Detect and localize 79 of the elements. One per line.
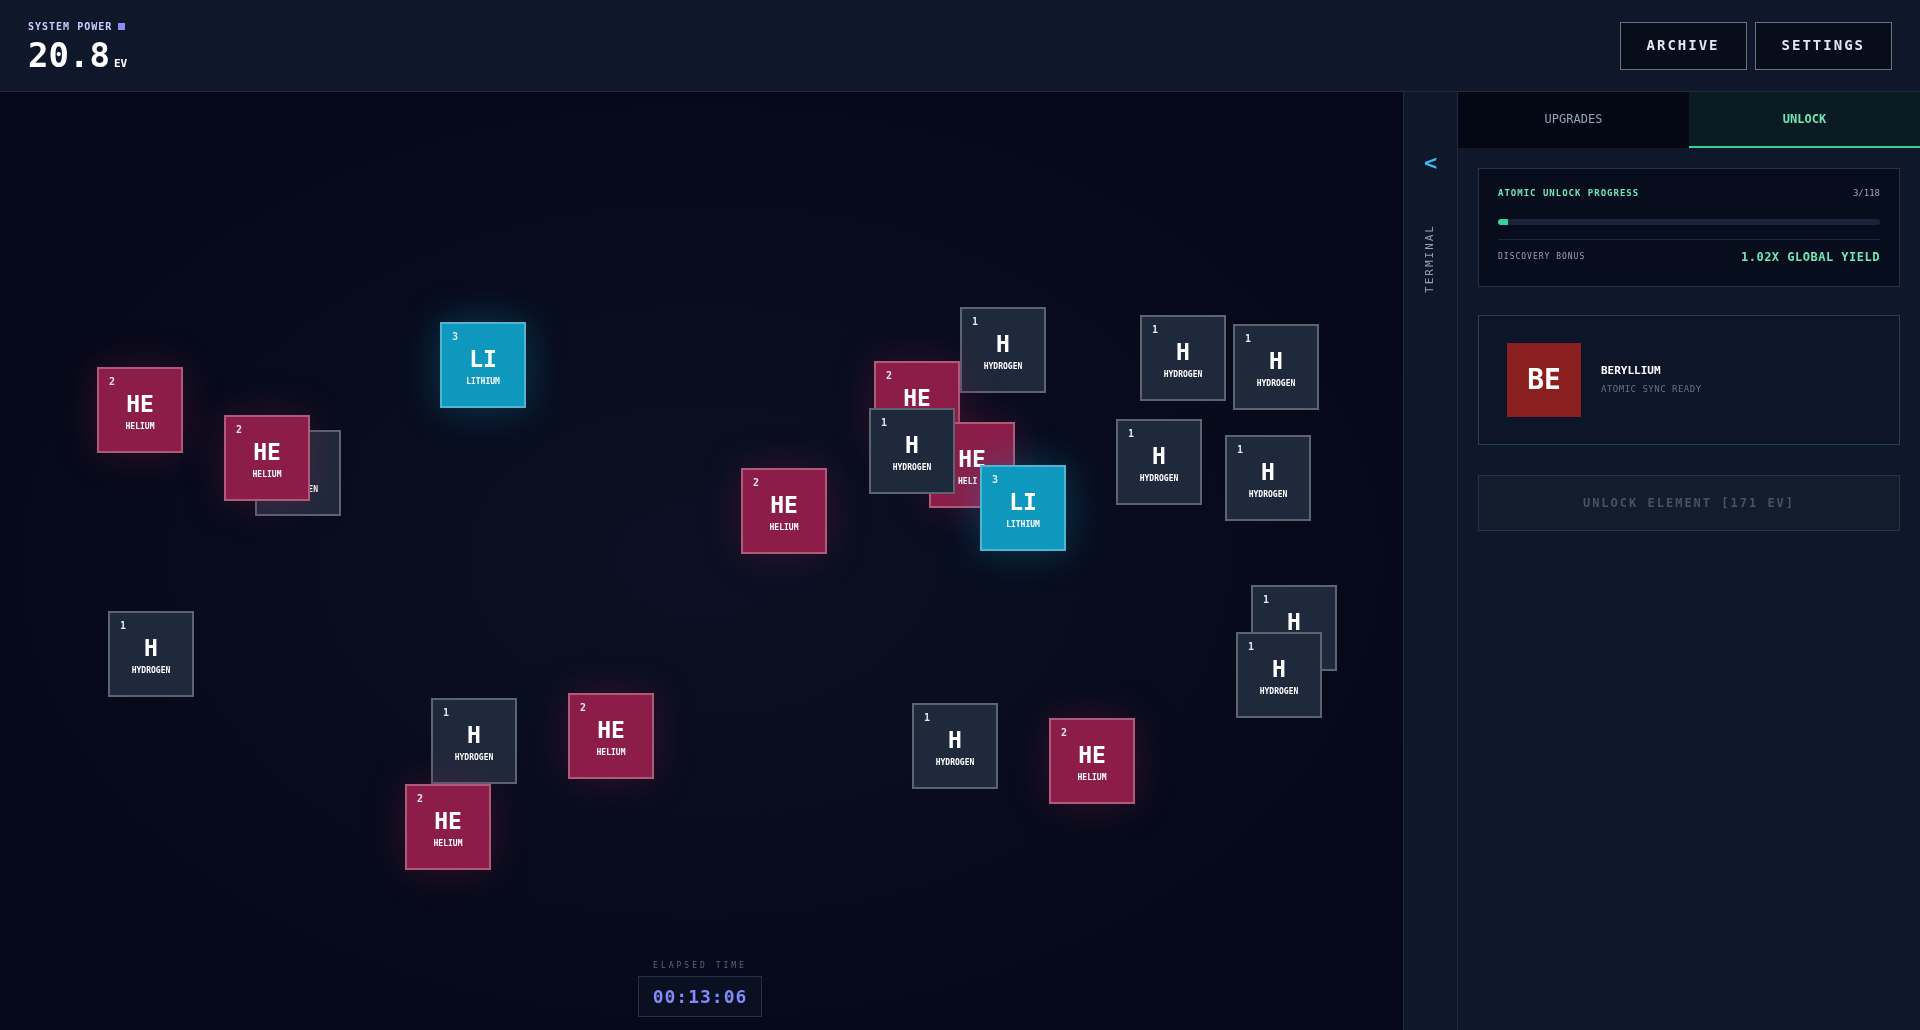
atomic-number: 1 xyxy=(1128,429,1135,439)
header-button[interactable]: SETTINGS xyxy=(1754,21,1892,70)
atomic-number: 2 xyxy=(417,794,424,804)
atomic-number: 1 xyxy=(443,708,450,718)
element-name: HELIUM xyxy=(769,524,799,532)
power-unit: EV xyxy=(113,55,128,72)
element-symbol: HE xyxy=(434,810,462,833)
element-symbol: H xyxy=(1261,461,1275,484)
atomic-number: 2 xyxy=(580,703,587,713)
element-name: BERYLLIUM xyxy=(1601,362,1662,379)
progress-title: ATOMIC UNLOCK PROGRESS xyxy=(1498,187,1640,200)
panel-tab[interactable]: UNLOCK xyxy=(1689,92,1920,148)
element-name: HYDROGEN xyxy=(1139,475,1179,483)
element-name: HELIUM xyxy=(433,840,463,848)
power-value: 20.8 xyxy=(28,38,110,72)
atomic-number: 3 xyxy=(992,475,999,485)
panel-tab[interactable]: UPGRADES xyxy=(1458,92,1689,148)
element-name: LITHIUM xyxy=(466,378,500,386)
element-symbol: BE xyxy=(1507,342,1581,417)
atomic-number: 2 xyxy=(109,377,116,387)
atomic-number: 1 xyxy=(1248,642,1255,652)
power-label: SYSTEM POWER xyxy=(28,20,113,34)
element-name: HYDROGEN xyxy=(892,464,932,472)
element-symbol: H xyxy=(1287,611,1301,634)
element-symbol: HE xyxy=(958,448,986,471)
element-name: HYDROGEN xyxy=(983,363,1023,371)
element-symbol: LI xyxy=(1009,491,1037,514)
element-name: HELI xyxy=(958,478,978,486)
element-name: HYDROGEN xyxy=(131,667,171,675)
atomic-number: 1 xyxy=(120,621,127,631)
progress-count: 3/118 xyxy=(1852,187,1880,200)
element-name: HYDROGEN xyxy=(935,759,975,767)
indicator-icon xyxy=(118,23,126,30)
terminal-label: TERMINAL xyxy=(1422,224,1438,293)
element-symbol: H xyxy=(1269,350,1283,373)
element-name: HYDROGEN xyxy=(1163,371,1203,379)
elapsed-time: 00:13:06 xyxy=(637,976,763,1017)
header-button[interactable]: ARCHIVE xyxy=(1619,21,1747,70)
element-name: LITHIUM xyxy=(1006,521,1040,529)
element-status: ATOMIC SYNC READY xyxy=(1601,383,1702,396)
atomic-number: 1 xyxy=(1237,445,1244,455)
bonus-label: DISCOVERY BONUS xyxy=(1498,250,1586,263)
element-name: HELIUM xyxy=(252,471,282,479)
atomic-number: 1 xyxy=(1263,595,1270,605)
element-symbol: HE xyxy=(770,494,798,517)
atomic-number: 1 xyxy=(1152,325,1159,335)
element-symbol: HE xyxy=(126,393,154,416)
atomic-number: 2 xyxy=(1061,728,1068,738)
element-name: HELIUM xyxy=(125,423,155,431)
element-symbol: HE xyxy=(597,719,625,742)
atomic-number: 1 xyxy=(1245,334,1252,344)
element-name: HYDROGEN xyxy=(1248,491,1288,499)
atomic-number: 1 xyxy=(924,713,931,723)
element-symbol: H xyxy=(905,434,919,457)
element-name: HELIUM xyxy=(1077,774,1107,782)
element-symbol: H xyxy=(1152,445,1166,468)
element-symbol: H xyxy=(948,729,962,752)
atomic-number: 3 xyxy=(452,332,459,342)
atomic-number: 2 xyxy=(753,478,760,488)
element-symbol: H xyxy=(1176,341,1190,364)
element-symbol: HE xyxy=(1078,744,1106,767)
elapsed-label: ELAPSED TIME xyxy=(653,960,747,972)
element-name: HYDROGEN xyxy=(1256,380,1296,388)
bonus-value: 1.02X GLOBAL YIELD xyxy=(1740,248,1880,266)
element-name: HYDROGEN xyxy=(454,754,494,762)
element-symbol: H xyxy=(467,724,481,747)
element-name: HELIUM xyxy=(596,749,626,757)
atomic-number: 2 xyxy=(236,425,243,435)
element-symbol: LI xyxy=(469,348,497,371)
element-symbol: HE xyxy=(903,387,931,410)
atomic-number: 1 xyxy=(881,418,888,428)
atomic-number: 2 xyxy=(886,371,893,381)
element-symbol: H xyxy=(144,637,158,660)
element-symbol: HE xyxy=(253,441,281,464)
element-symbol: H xyxy=(1272,658,1286,681)
collapse-toggle[interactable]: < xyxy=(1423,152,1438,174)
atomic-number: 1 xyxy=(972,317,979,327)
element-symbol: H xyxy=(996,333,1010,356)
element-name: HYDROGEN xyxy=(1259,688,1299,696)
